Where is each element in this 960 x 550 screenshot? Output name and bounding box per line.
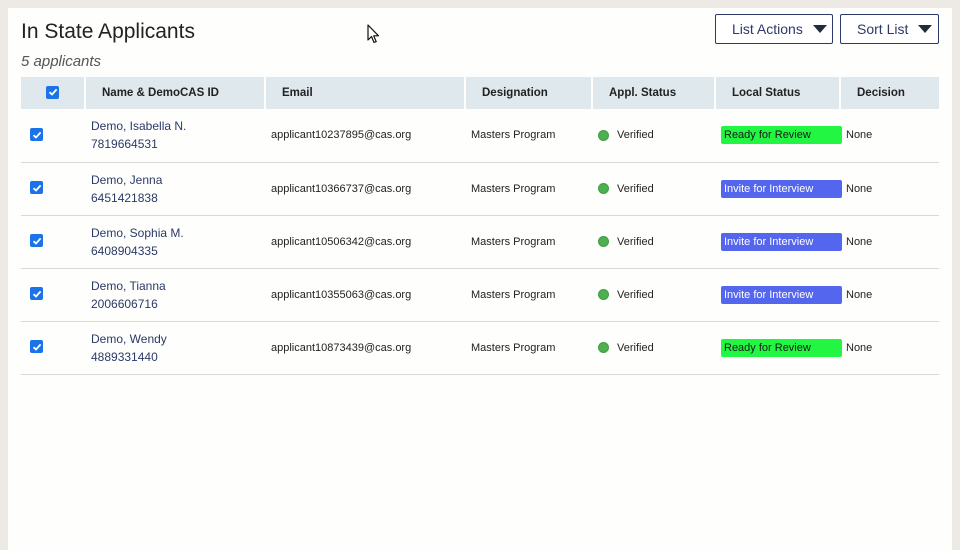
- applicant-cas-id: 6408904335: [91, 243, 158, 258]
- table-row[interactable]: Demo, Jenna 6451421838 applicant10366737…: [21, 162, 939, 215]
- appl-status-text: Verified: [617, 288, 654, 301]
- column-header-appl-status[interactable]: Appl. Status: [592, 77, 716, 109]
- decision-cell: None: [846, 288, 873, 301]
- appl-status-cell: Verified: [592, 321, 715, 374]
- applicant-cas-id: 7819664531: [91, 137, 158, 152]
- appl-status-cell: Verified: [592, 162, 715, 215]
- applicant-name-link[interactable]: Demo, Tianna: [91, 277, 265, 295]
- appl-status-text: Verified: [617, 341, 654, 354]
- checkbox-checked-icon: [32, 131, 41, 139]
- name-cell: Demo, Jenna 6451421838: [85, 162, 265, 215]
- checkbox-checked-icon: [48, 89, 57, 97]
- designation-cell: Masters Program: [471, 235, 556, 248]
- appl-status-cell: Verified: [592, 109, 715, 162]
- row-select-cell: [21, 268, 85, 321]
- checkbox-checked-icon: [32, 184, 41, 192]
- table-header-row: Name & DemoCAS ID Email Designation Appl…: [21, 77, 939, 109]
- applicant-name-link[interactable]: Demo, Jenna: [91, 171, 265, 189]
- row-checkbox[interactable]: [30, 234, 43, 248]
- select-all-checkbox[interactable]: [46, 85, 59, 99]
- decision-cell: None: [846, 182, 873, 195]
- applicant-count: 5 applicants: [21, 53, 102, 70]
- list-actions-button[interactable]: List Actions: [715, 14, 833, 44]
- table-row[interactable]: Demo, Isabella N. 7819664531 applicant10…: [21, 109, 939, 162]
- checkbox-checked-icon: [32, 343, 41, 351]
- designation-cell: Masters Program: [471, 182, 556, 195]
- select-all-header: [21, 77, 86, 109]
- name-cell: Demo, Wendy 4889331440: [85, 321, 265, 374]
- local-status-badge[interactable]: Invite for Interview: [721, 232, 842, 251]
- applicant-name-link[interactable]: Demo, Wendy: [91, 330, 265, 348]
- column-header-designation[interactable]: Designation: [465, 77, 593, 109]
- applicants-table: Name & DemoCAS ID Email Designation Appl…: [21, 77, 939, 375]
- applicant-name-link[interactable]: Demo, Sophia M.: [91, 224, 265, 242]
- applicant-cas-id: 6451421838: [91, 190, 158, 205]
- column-header-name[interactable]: Name & DemoCAS ID: [85, 77, 266, 109]
- row-checkbox[interactable]: [30, 287, 43, 301]
- status-dot-icon: [598, 183, 609, 195]
- appl-status-cell: Verified: [592, 268, 715, 321]
- email-cell: applicant10873439@cas.org: [271, 341, 412, 354]
- local-status-cell: Invite for Interview: [715, 162, 842, 215]
- appl-status-text: Verified: [617, 182, 654, 195]
- appl-status-text: Verified: [617, 129, 654, 142]
- status-dot-icon: [598, 342, 609, 354]
- table-row[interactable]: Demo, Tianna 2006606716 applicant1035506…: [21, 268, 939, 321]
- caret-down-icon: [812, 25, 827, 33]
- name-cell: Demo, Isabella N. 7819664531: [85, 109, 265, 162]
- column-header-decision[interactable]: Decision: [840, 77, 939, 109]
- row-select-cell: [21, 321, 85, 374]
- status-dot-icon: [598, 129, 609, 141]
- caret-down-icon: [918, 25, 933, 33]
- status-dot-icon: [598, 289, 609, 301]
- table-row[interactable]: Demo, Sophia M. 6408904335 applicant1050…: [21, 215, 939, 268]
- applicant-cas-id: 4889331440: [91, 349, 158, 364]
- checkbox-checked-icon: [32, 290, 41, 298]
- applicant-cas-id: 2006606716: [91, 296, 158, 311]
- status-dot-icon: [598, 236, 609, 248]
- sort-list-button[interactable]: Sort List: [840, 14, 939, 44]
- designation-cell: Masters Program: [471, 288, 556, 301]
- local-status-cell: Invite for Interview: [715, 268, 842, 321]
- row-select-cell: [21, 109, 85, 162]
- row-checkbox[interactable]: [30, 128, 43, 141]
- designation-cell: Masters Program: [471, 341, 556, 354]
- row-checkbox[interactable]: [30, 340, 43, 354]
- appl-status-text: Verified: [617, 235, 654, 248]
- mouse-pointer-icon: [367, 24, 380, 44]
- checkbox-checked-icon: [32, 237, 41, 245]
- decision-cell: None: [846, 235, 873, 248]
- appl-status-cell: Verified: [592, 215, 715, 268]
- list-actions-label: List Actions: [732, 21, 803, 37]
- applicant-name-link[interactable]: Demo, Isabella N.: [91, 117, 265, 135]
- decision-cell: None: [846, 129, 873, 142]
- email-cell: applicant10355063@cas.org: [271, 288, 412, 301]
- local-status-cell: Ready for Review: [715, 109, 842, 162]
- decision-cell: None: [846, 341, 873, 354]
- local-status-badge[interactable]: Invite for Interview: [721, 285, 842, 304]
- name-cell: Demo, Tianna 2006606716: [85, 268, 265, 321]
- email-cell: applicant10366737@cas.org: [271, 182, 412, 195]
- row-select-cell: [21, 215, 85, 268]
- local-status-cell: Invite for Interview: [715, 215, 842, 268]
- column-header-local-status[interactable]: Local Status: [715, 77, 841, 109]
- email-cell: applicant10506342@cas.org: [271, 235, 412, 248]
- local-status-badge[interactable]: Ready for Review: [721, 126, 842, 145]
- row-checkbox[interactable]: [30, 181, 43, 195]
- column-header-email[interactable]: Email: [265, 77, 466, 109]
- table-row[interactable]: Demo, Wendy 4889331440 applicant10873439…: [21, 321, 939, 374]
- row-select-cell: [21, 162, 85, 215]
- local-status-badge[interactable]: Ready for Review: [721, 338, 842, 357]
- applicant-list-panel: In State Applicants 5 applicants List Ac…: [8, 8, 952, 550]
- local-status-cell: Ready for Review: [715, 321, 842, 374]
- email-cell: applicant10237895@cas.org: [271, 129, 412, 142]
- page-title: In State Applicants: [21, 20, 195, 43]
- local-status-badge[interactable]: Invite for Interview: [721, 179, 842, 198]
- sort-list-label: Sort List: [857, 21, 909, 37]
- designation-cell: Masters Program: [471, 129, 556, 142]
- name-cell: Demo, Sophia M. 6408904335: [85, 215, 265, 268]
